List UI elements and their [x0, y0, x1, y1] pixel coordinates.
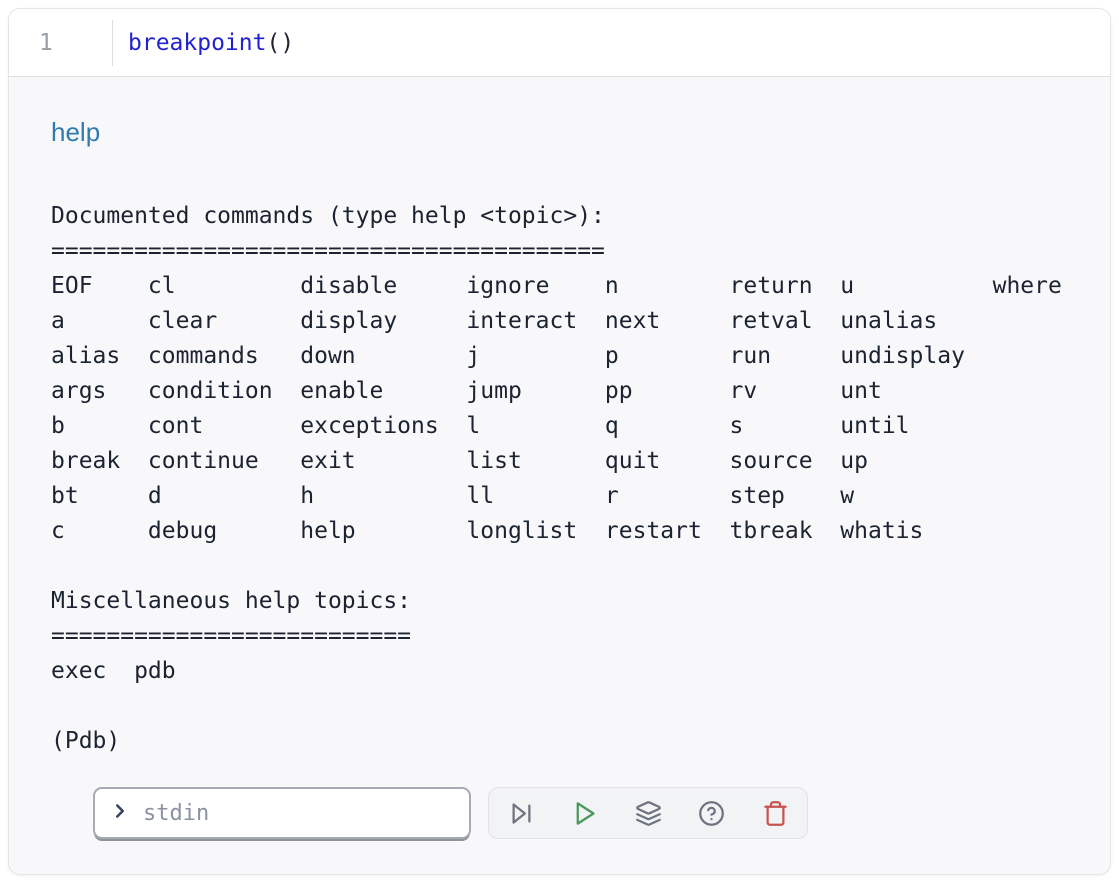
play-icon — [571, 800, 598, 827]
layers-icon — [635, 800, 662, 827]
stdin-box[interactable] — [93, 787, 471, 839]
help-button[interactable] — [694, 795, 730, 831]
line-number: 1 — [39, 30, 53, 56]
code-line[interactable]: breakpoint() — [113, 30, 294, 56]
io-row — [93, 787, 1110, 839]
code-punctuation: () — [266, 30, 294, 56]
echoed-command: help — [51, 115, 1110, 149]
chevron-right-icon — [109, 800, 131, 827]
console-output: help Documented commands (type help <top… — [9, 77, 1110, 839]
pdb-output: Documented commands (type help <topic>):… — [51, 199, 1110, 759]
step-next-button[interactable] — [503, 795, 539, 831]
skip-forward-icon — [508, 800, 535, 827]
debug-toolbar — [488, 787, 808, 839]
code-editor-row: 1 breakpoint() — [9, 9, 1110, 77]
clear-button[interactable] — [757, 795, 793, 831]
stdin-input[interactable] — [141, 800, 457, 827]
line-number-gutter: 1 — [9, 9, 112, 76]
continue-button[interactable] — [567, 795, 603, 831]
debugger-cell: 1 breakpoint() help Documented commands … — [8, 8, 1111, 875]
stack-button[interactable] — [630, 795, 666, 831]
circle-help-icon — [698, 800, 725, 827]
trash-icon — [762, 800, 789, 827]
code-keyword: breakpoint — [128, 30, 266, 56]
